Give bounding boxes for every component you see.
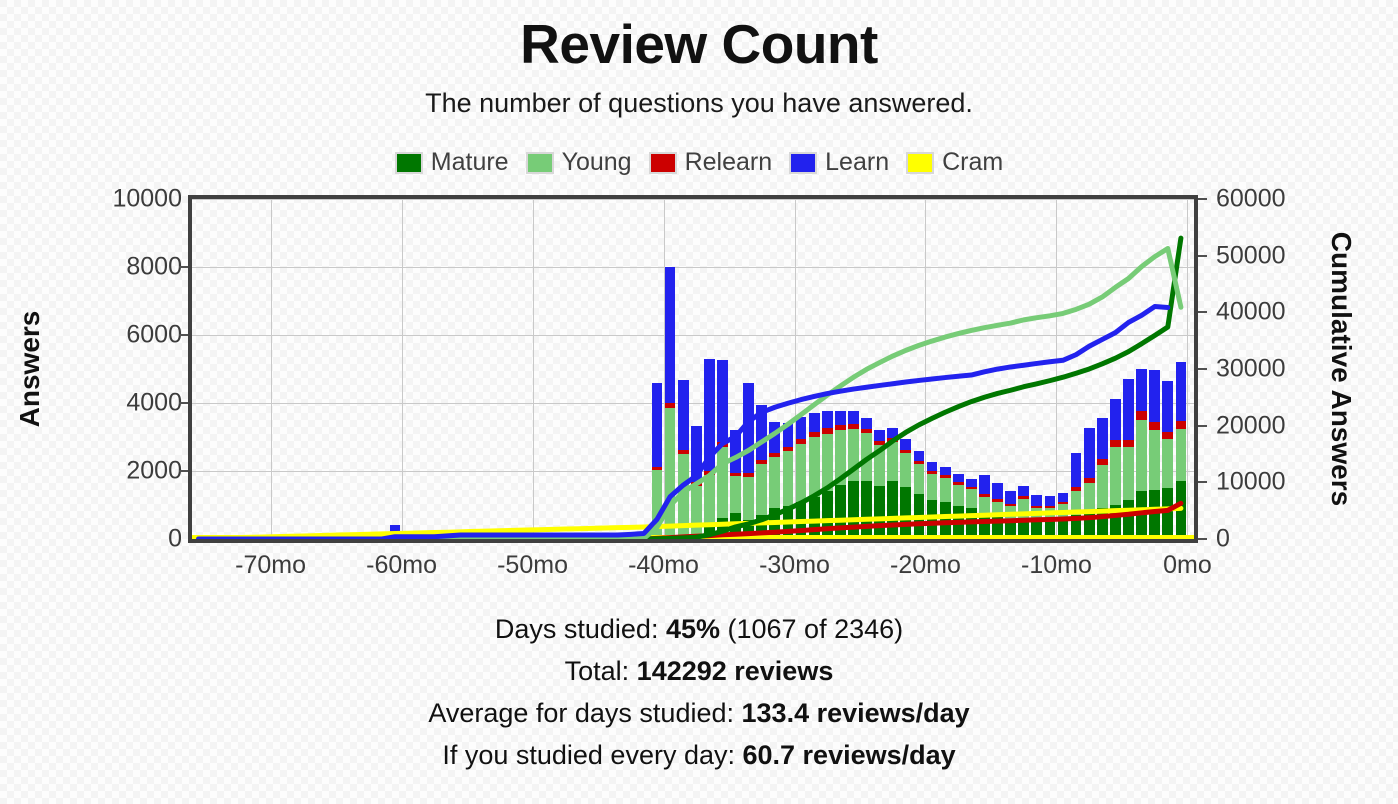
x-axis-tick-label: -10mo [1021,551,1092,579]
y-axis-right-tickmark [1198,254,1207,257]
y-axis-left-tick-label: 0 [168,524,182,553]
legend-item-relearn: Relearn [648,148,773,177]
y-axis-right-tick-label: 60000 [1216,184,1286,213]
y-axis-left-tickmark [179,470,188,472]
legend-swatch-mature-icon [394,151,423,174]
stat-days-studied-value: 45% [665,614,720,644]
y-axis-right-tickmark [1198,311,1207,314]
legend-item-mature: Mature [394,148,509,177]
y-axis-left-tick-label: 2000 [126,456,182,485]
y-axis-right-title: Cumulative Answers [1326,231,1357,507]
legend-label: Young [561,148,632,176]
x-axis-tick-label: -60mo [366,551,437,579]
x-axis-tick-label: -70mo [235,551,307,579]
y-axis-left-tickmark [179,334,188,336]
legend-item-learn: Learn [789,148,889,177]
legend-label: Relearn [684,148,773,176]
y-axis-left-tick-label: 4000 [126,388,182,417]
stat-days-studied: Days studied: 45% (1067 of 2346) [0,608,1398,650]
y-axis-left-title: Answers [14,310,45,428]
cumulative-line-learn [199,307,1168,539]
y-axis-right-tick-label: 10000 [1216,467,1286,496]
y-axis-right-tick-label: 30000 [1216,354,1286,383]
legend-swatch-young-icon [525,151,554,174]
legend-swatch-cram-icon [906,151,935,174]
x-axis-tick-label: 0mo [1163,551,1212,579]
y-axis-right-tick-label: 0 [1216,524,1230,553]
page-title: Review Count [520,13,878,75]
y-axis-right-tick-label: 20000 [1216,411,1286,440]
stat-average-studied-prefix: Average for days studied: [428,698,742,728]
y-axis-right-tick-label: 40000 [1216,297,1286,326]
chart-legend: Mature Young Relearn Learn Cram [0,148,1398,177]
plot-area [188,195,1198,543]
x-axis-tick-label: -40mo [628,551,699,579]
legend-item-young: Young [525,148,632,177]
stat-days-studied-prefix: Days studied: [494,614,666,644]
legend-swatch-relearn-icon [648,151,677,174]
y-axis-left-tickmark [179,402,188,404]
stat-average-studied-value: 133.4 reviews/day [741,698,970,728]
x-axis-tick-label: -50mo [497,551,568,579]
legend-label: Mature [430,148,509,176]
x-axis-tick-label: -30mo [759,551,830,579]
stat-average-studied: Average for days studied: 133.4 reviews/… [0,692,1398,734]
y-axis-right-tickmark [1198,481,1207,484]
y-axis-right-tickmark [1198,538,1207,540]
plot-inner [192,199,1194,539]
review-count-chart: Review Count The number of questions you… [0,0,1398,804]
y-axis-left-tick-label: 10000 [112,184,182,213]
x-axis-tick-label: -20mo [890,551,961,579]
stat-average-everyday: If you studied every day: 60.7 reviews/d… [0,734,1398,776]
stat-total-value: 142292 reviews [636,656,834,686]
cumulative-lines-layer [192,199,1194,539]
footer-statistics: Days studied: 45% (1067 of 2346) Total: … [0,608,1398,776]
stat-total-prefix: Total: [564,656,637,686]
legend-item-cram: Cram [906,148,1003,177]
y-axis-right-tickmark [1198,424,1207,427]
y-axis-right-tick-label: 50000 [1216,241,1286,270]
cumulative-line-mature [199,238,1181,539]
legend-swatch-learn-icon [789,151,818,174]
stat-average-everyday-value: 60.7 reviews/day [742,740,956,770]
y-axis-right-tickmark [1198,368,1207,370]
y-axis-left-tick-label: 8000 [126,252,182,281]
y-axis-left-tickmark [179,266,188,268]
stat-days-studied-suffix: (1067 of 2346) [720,614,904,644]
stat-total: Total: 142292 reviews [0,650,1398,692]
stat-average-everyday-prefix: If you studied every day: [442,740,743,770]
y-axis-left-tick-label: 6000 [126,320,182,349]
y-axis-right-tickmark [1198,198,1207,200]
cumulative-line-young [199,248,1181,539]
legend-label: Cram [942,148,1004,176]
legend-label: Learn [825,148,890,176]
page-subtitle: The number of questions you have answere… [425,88,973,118]
